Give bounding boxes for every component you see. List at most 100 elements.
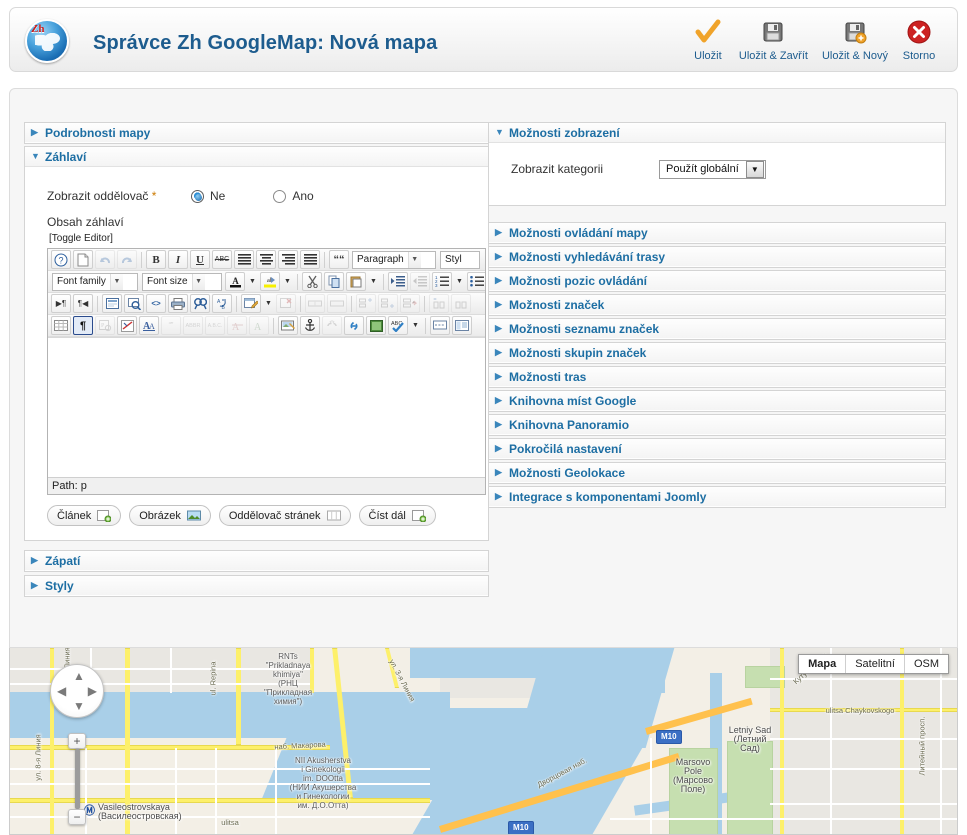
editor-content-area[interactable]: [48, 337, 485, 477]
panel-control-position-options-header[interactable]: ▶ Možnosti pozic ovládání: [489, 271, 945, 291]
show-invisible-chars-icon[interactable]: ¶: [73, 316, 93, 335]
zoom-out-button[interactable]: −: [68, 809, 86, 825]
panel-advanced-settings-header[interactable]: ▶ Pokročilá nastavení: [489, 439, 945, 459]
panel-header-section-header[interactable]: ▼ Záhlaví: [25, 147, 488, 167]
horizontal-rule-icon[interactable]: [430, 316, 450, 335]
delete-row-icon[interactable]: [400, 294, 420, 313]
radio-option-ano[interactable]: Ano: [273, 189, 314, 203]
anchor-icon[interactable]: [300, 316, 320, 335]
insert-column-after-icon[interactable]: [451, 294, 471, 313]
paragraph-format-select[interactable]: Paragraph ▼: [352, 250, 436, 269]
help-icon[interactable]: ?: [51, 250, 71, 269]
ltr-direction-icon[interactable]: ▶¶: [51, 294, 71, 313]
insert-image-button[interactable]: Obrázek: [129, 505, 211, 526]
unlink-icon[interactable]: [322, 316, 342, 335]
cut-icon[interactable]: [302, 272, 322, 291]
panel-map-details-header[interactable]: ▶ Podrobnosti mapy: [25, 123, 488, 143]
panel-joomla-integration-header[interactable]: ▶ Integrace s komponentami Joomly: [489, 487, 945, 507]
edit-table-icon[interactable]: [241, 294, 261, 313]
abbreviation-icon[interactable]: ABBR: [183, 316, 203, 335]
merge-cells-icon[interactable]: [305, 294, 325, 313]
toggle-editor-link[interactable]: [Toggle Editor]: [49, 233, 478, 244]
rtl-direction-icon[interactable]: ¶◀: [73, 294, 93, 313]
copy-icon[interactable]: [324, 272, 344, 291]
insert-character-icon[interactable]: AA: [139, 316, 159, 335]
zoom-in-button[interactable]: +: [68, 733, 86, 749]
spellcheck-icon[interactable]: ABC: [388, 316, 408, 335]
outdent-icon[interactable]: [410, 272, 430, 291]
panel-marker-options-header[interactable]: ▶ Možnosti značek: [489, 295, 945, 315]
pan-up-icon[interactable]: ▲: [73, 670, 85, 682]
insert-row-before-icon[interactable]: [356, 294, 376, 313]
cancel-button[interactable]: Storno: [895, 17, 943, 62]
split-cells-icon[interactable]: [327, 294, 347, 313]
replace-icon[interactable]: AB: [212, 294, 232, 313]
show-category-select[interactable]: Použít globální ▼: [659, 159, 766, 179]
radio-ne-input[interactable]: [191, 189, 204, 203]
panel-geolocation-options-header[interactable]: ▶ Možnosti Geolokace: [489, 463, 945, 483]
font-family-select[interactable]: Font family ▼: [52, 272, 138, 291]
save-and-new-button[interactable]: Uložit & Nový: [815, 17, 895, 62]
pan-right-icon[interactable]: ▶: [88, 685, 97, 697]
paste-icon[interactable]: [346, 272, 366, 291]
panel-map-control-options-header[interactable]: ▶ Možnosti ovládání mapy: [489, 223, 945, 243]
radio-ano-input[interactable]: [273, 189, 287, 203]
panel-marker-list-options-header[interactable]: ▶ Možnosti seznamu značek: [489, 319, 945, 339]
styles-select[interactable]: Styl: [440, 250, 480, 269]
align-justify-icon[interactable]: [300, 250, 320, 269]
page-break-icon[interactable]: P: [95, 316, 115, 335]
numbered-list-dropdown-icon[interactable]: ▼: [454, 272, 465, 291]
media-icon[interactable]: [366, 316, 386, 335]
panel-styles-section-header[interactable]: ▶ Styly: [25, 576, 488, 596]
insert-readmore-button[interactable]: Číst dál: [358, 505, 436, 526]
map-type-osm[interactable]: OSM: [904, 655, 948, 673]
acronym-icon[interactable]: A.B.C.: [205, 316, 225, 335]
superscript-icon[interactable]: A: [249, 316, 269, 335]
pan-down-icon[interactable]: ▼: [73, 700, 85, 712]
insert-article-button[interactable]: Článek: [47, 505, 122, 526]
print-icon[interactable]: [168, 294, 188, 313]
underline-icon[interactable]: U: [190, 250, 210, 269]
background-color-icon[interactable]: ab: [260, 272, 280, 291]
pan-left-icon[interactable]: ◀: [57, 685, 66, 697]
text-color-icon[interactable]: A: [225, 272, 245, 291]
align-right-icon[interactable]: [278, 250, 298, 269]
align-center-icon[interactable]: [256, 250, 276, 269]
panel-panoramio-library-header[interactable]: ▶ Knihovna Panoramio: [489, 415, 945, 435]
paste-dropdown-icon[interactable]: ▼: [368, 272, 379, 291]
blockquote-icon[interactable]: ““: [329, 250, 349, 269]
map-zoom-control[interactable]: + −: [68, 733, 86, 825]
bullet-list-icon[interactable]: [467, 272, 485, 291]
undo-icon[interactable]: [95, 250, 115, 269]
fullscreen-icon[interactable]: [102, 294, 122, 313]
align-left-icon[interactable]: [234, 250, 254, 269]
source-code-icon[interactable]: <>: [146, 294, 166, 313]
font-size-select[interactable]: Font size ▼: [142, 272, 222, 291]
insert-table-icon[interactable]: [51, 316, 71, 335]
map-pan-control[interactable]: ▲ ▼ ◀ ▶: [50, 664, 104, 718]
new-document-icon[interactable]: [73, 250, 93, 269]
panel-footer-section-header[interactable]: ▶ Zápatí: [25, 551, 488, 571]
italic-icon[interactable]: I: [168, 250, 188, 269]
panel-display-options-header[interactable]: ▼ Možnosti zobrazení: [489, 123, 945, 143]
template-icon[interactable]: [452, 316, 472, 335]
spellcheck-dropdown-icon[interactable]: ▼: [410, 316, 421, 335]
insert-image-icon[interactable]: [278, 316, 298, 335]
indent-icon[interactable]: [388, 272, 408, 291]
text-color-dropdown-icon[interactable]: ▼: [247, 272, 258, 291]
insert-column-before-icon[interactable]: [429, 294, 449, 313]
table-dropdown-icon[interactable]: ▼: [263, 294, 274, 313]
panel-marker-group-options-header[interactable]: ▶ Možnosti skupin značek: [489, 343, 945, 363]
map-type-mapa[interactable]: Mapa: [799, 655, 847, 673]
redo-icon[interactable]: [117, 250, 137, 269]
zoom-slider-track[interactable]: [74, 749, 80, 809]
strikethrough-icon[interactable]: ABC: [212, 250, 232, 269]
panel-route-options-header[interactable]: ▶ Možnosti tras: [489, 367, 945, 387]
radio-option-ne[interactable]: Ne: [191, 189, 225, 203]
preview-icon[interactable]: [124, 294, 144, 313]
insert-row-after-icon[interactable]: [378, 294, 398, 313]
map-type-satelitni[interactable]: Satelitní: [846, 655, 905, 673]
save-and-close-button[interactable]: Uložit & Zavřít: [732, 17, 815, 62]
nonbreaking-space-icon[interactable]: [117, 316, 137, 335]
map-preview[interactable]: RNTs "Prikladnaya khimiya" (РНЦ "Приклад…: [9, 648, 958, 835]
